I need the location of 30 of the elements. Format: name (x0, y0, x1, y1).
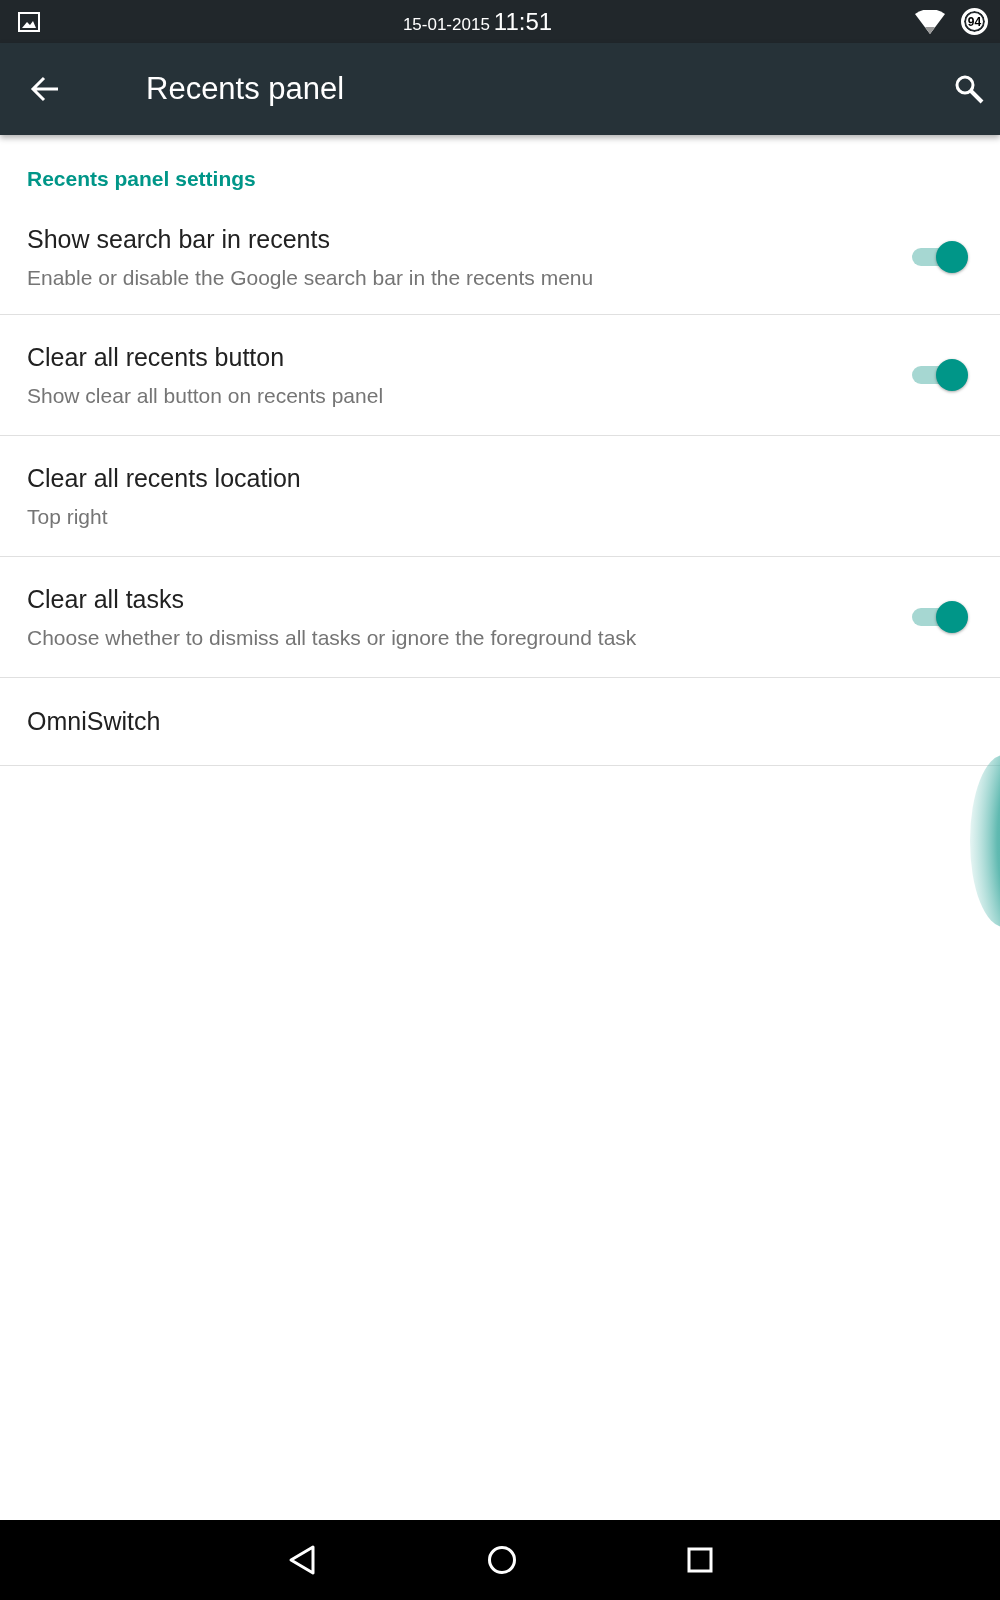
toggle-switch[interactable] (910, 240, 968, 274)
setting-row[interactable]: Clear all recents location Top right (0, 436, 1000, 557)
setting-summary: Choose whether to dismiss all tasks or ignore the foreground task (27, 624, 638, 651)
setting-title: Show search bar in recents (27, 224, 331, 255)
setting-title: OmniSwitch (27, 705, 162, 737)
screen-title: Recents panel (146, 69, 346, 108)
wifi-icon (915, 9, 945, 34)
toggle-switch[interactable] (910, 600, 968, 634)
setting-row[interactable]: Show search bar in recents Enable or disable the Google search bar in the recents menu (0, 200, 1000, 315)
back-icon[interactable] (287, 1544, 317, 1576)
clock-text: 11:51 (493, 6, 553, 37)
setting-row[interactable]: Clear all recents button Show clear all button on recents panel (0, 315, 1000, 436)
setting-title: Clear all recents button (27, 342, 286, 373)
setting-row[interactable]: OmniSwitch (0, 678, 1000, 766)
edge-handle[interactable] (970, 755, 1000, 927)
date-text: 15-01-2015 (402, 13, 490, 36)
search-icon[interactable] (954, 74, 984, 104)
section-header: Recents panel settings (26, 166, 257, 192)
image-icon (18, 11, 40, 32)
battery-level: 94 (961, 8, 988, 35)
setting-title: Clear all tasks (27, 584, 185, 615)
back-arrow-icon[interactable] (30, 76, 60, 102)
setting-summary: Top right (27, 503, 109, 530)
setting-summary: Show clear all button on recents panel (27, 382, 385, 409)
recents-icon[interactable] (687, 1547, 713, 1573)
toggle-switch[interactable] (910, 358, 968, 392)
home-icon[interactable] (487, 1545, 517, 1575)
setting-summary: Enable or disable the Google search bar in the recents menu (27, 264, 595, 291)
setting-title: Clear all recents location (27, 463, 302, 494)
setting-row[interactable]: Clear all tasks Choose whether to dismiss all tasks or ignore the foreground task (0, 557, 1000, 678)
